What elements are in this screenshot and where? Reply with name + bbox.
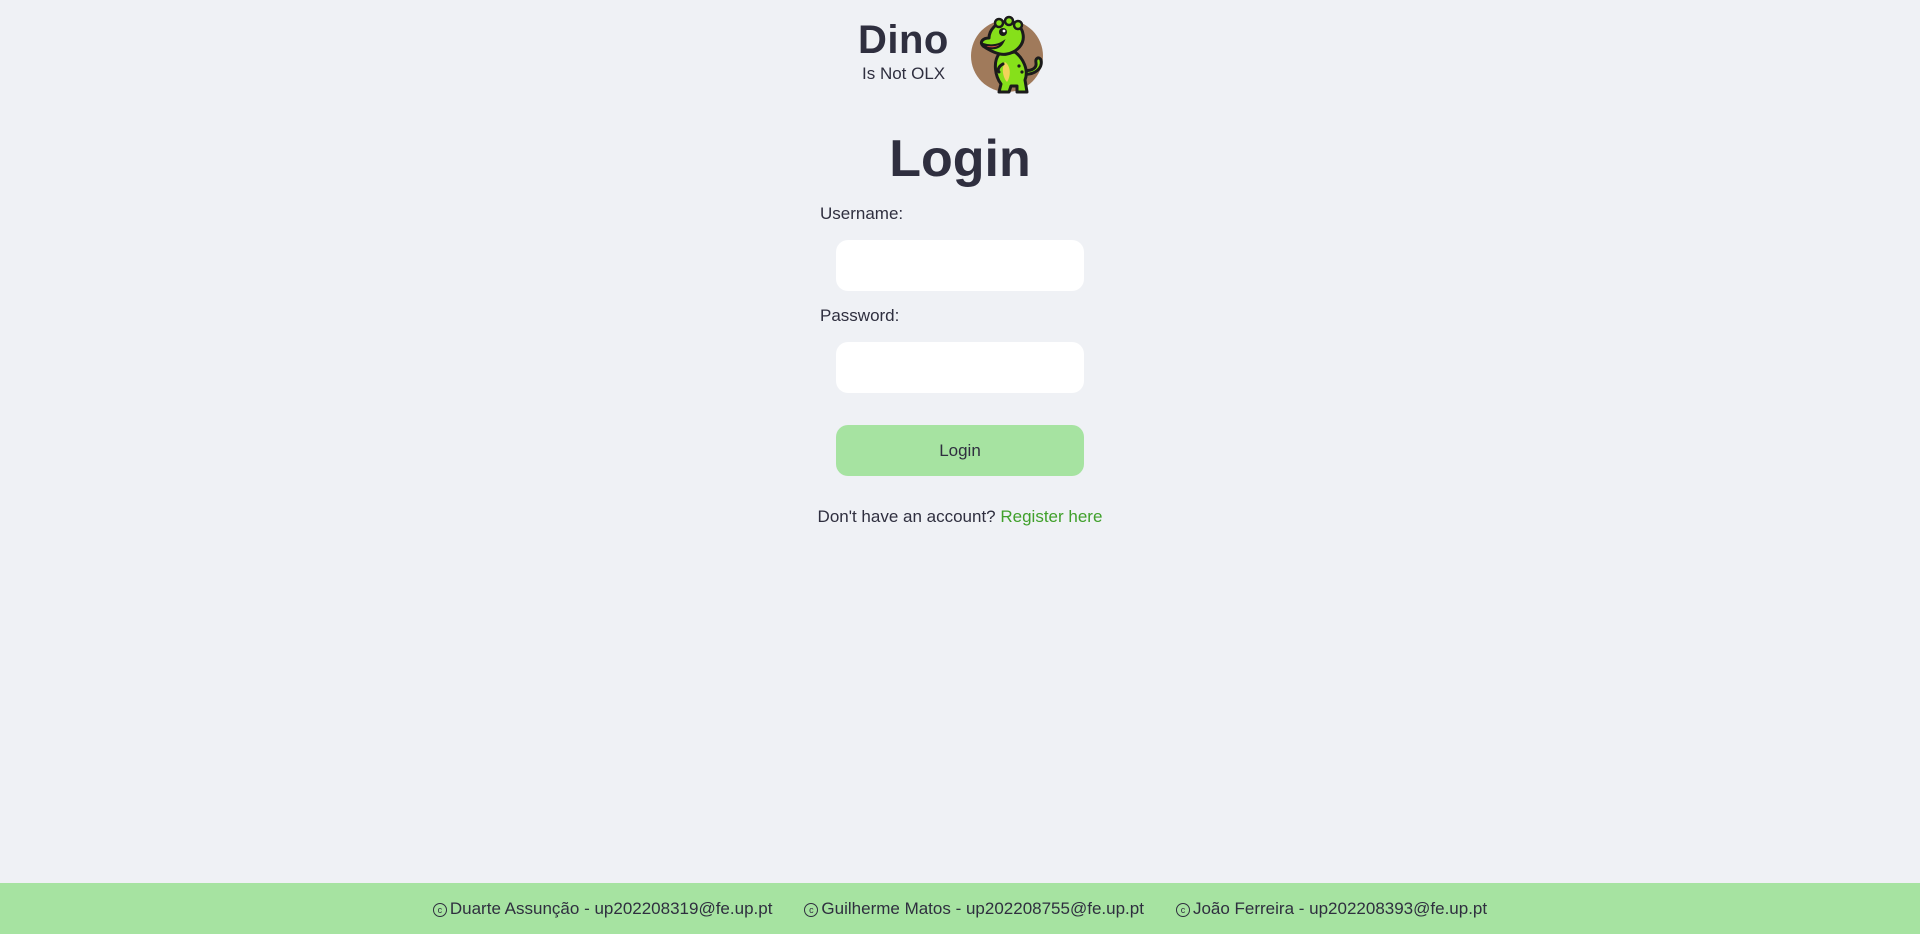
credit-item: c Guilherme Matos - up202208755@fe.up.pt bbox=[804, 899, 1144, 919]
login-button[interactable]: Login bbox=[836, 425, 1084, 476]
username-input[interactable] bbox=[836, 240, 1084, 291]
register-link[interactable]: Register here bbox=[1000, 507, 1102, 526]
copyright-icon: c bbox=[1175, 903, 1190, 917]
credit-item: c João Ferreira - up202208393@fe.up.pt bbox=[1175, 898, 1488, 919]
username-label: Username: bbox=[820, 204, 904, 223]
copyright-icon: c bbox=[804, 903, 819, 917]
credit-text: João Ferreira - up202208393@fe.up.pt bbox=[1192, 898, 1488, 918]
credit-item: c Duarte Assunção - up202208319@fe.up.pt bbox=[432, 898, 773, 919]
brand-title: Dino bbox=[858, 18, 949, 62]
page: Dino Is Not OLX Login Username: Password… bbox=[0, 0, 1920, 934]
register-line: Don't have an account? Register here bbox=[0, 507, 1920, 527]
brand-header[interactable]: Dino Is Not OLX bbox=[850, 14, 1050, 98]
credit-text: Guilherme Matos - up202208755@fe.up.pt bbox=[821, 898, 1144, 918]
brand-subtitle: Is Not OLX bbox=[862, 64, 946, 83]
password-input[interactable] bbox=[836, 342, 1084, 393]
register-prompt: Don't have an account? bbox=[817, 507, 996, 526]
page-title: Login bbox=[889, 130, 1031, 188]
footer: c Duarte Assunção - up202208319@fe.up.pt… bbox=[0, 883, 1920, 934]
credit-text: Duarte Assunção - up202208319@fe.up.pt bbox=[449, 898, 773, 918]
dinosaur-icon bbox=[971, 15, 1043, 94]
password-label: Password: bbox=[820, 306, 900, 325]
copyright-icon: c bbox=[432, 903, 447, 917]
